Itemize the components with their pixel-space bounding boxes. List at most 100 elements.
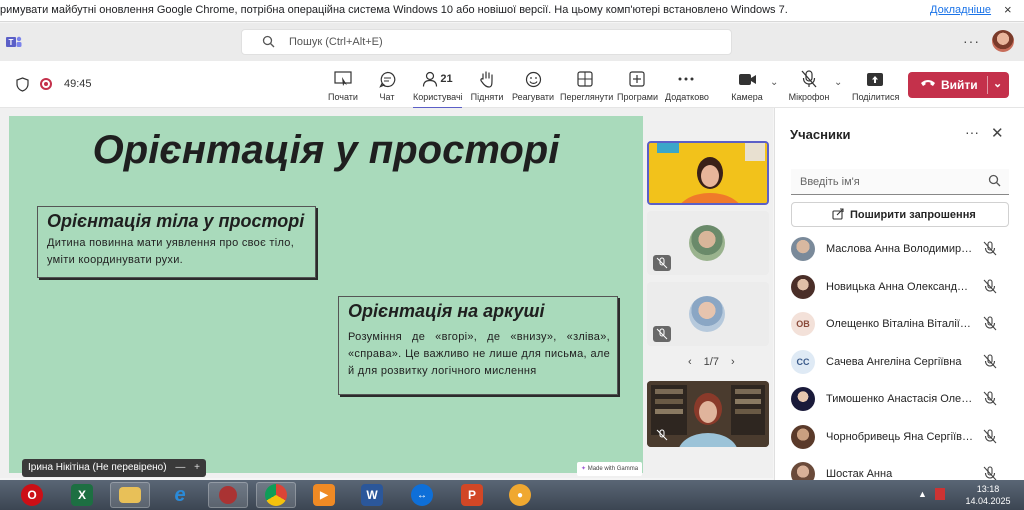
screen: римувати майбутні оновлення Google Chrom… — [0, 0, 1024, 510]
video-pager: ‹ 1/7 › — [682, 356, 741, 368]
react-label: Реагувати — [512, 92, 555, 102]
camera-options-chevron-icon[interactable]: ⌄ — [770, 77, 778, 88]
start-label: Почати — [328, 92, 358, 102]
start-icon — [334, 71, 352, 86]
leave-options-chevron-icon[interactable]: ⌄ — [993, 77, 1002, 90]
participant-name: Олещенко Віталіна Віталіївна — [826, 318, 974, 330]
chat-button[interactable]: Чат — [374, 69, 400, 103]
card-body-title: Орієнтація тіла у просторі — [47, 211, 305, 231]
more-actions-button[interactable]: Додатково — [665, 69, 709, 103]
leave-button[interactable]: Вийти ⌄ — [908, 72, 1009, 98]
word-icon[interactable]: W — [352, 482, 392, 508]
details-link[interactable]: Докладніше — [930, 4, 991, 16]
more-label: Додатково — [665, 92, 709, 102]
share-label: Поділитися — [852, 92, 900, 102]
card-sheet-title: Орієнтація на аркуші — [348, 301, 545, 321]
chevron-right-icon[interactable]: › — [731, 356, 735, 368]
participant-name: Новицька Анна Олександрівна — [826, 281, 974, 293]
gamma-badge-text: Made with Gamma — [587, 466, 639, 472]
media-player-icon[interactable]: ▶ — [304, 482, 344, 508]
participant-search-input[interactable]: Введіть ім'я — [791, 169, 1009, 195]
people-button[interactable]: 21 Користувачі — [413, 69, 463, 109]
opera-icon[interactable]: O — [12, 482, 52, 508]
participant-avatar — [689, 296, 725, 332]
participant-item[interactable]: Маслова Анна Володимирівна — [791, 235, 1011, 263]
participant-item[interactable]: Тимошенко Анастасія Олександрівна — [791, 385, 1011, 413]
powerpoint-icon[interactable]: P — [452, 482, 492, 508]
zoom-out-icon[interactable]: — — [175, 462, 185, 473]
participant-item[interactable]: Чорнобривець Яна Сергіївна — [791, 423, 1011, 451]
participant-avatar — [689, 225, 725, 261]
search-input[interactable]: Пошук (Ctrl+Alt+E) — [241, 29, 732, 55]
chrome-icon[interactable] — [256, 482, 296, 508]
more-options-icon[interactable]: ··· — [963, 33, 980, 49]
apps-button[interactable]: Програми — [617, 69, 658, 103]
tray-expand-icon[interactable]: ▲ — [918, 489, 927, 499]
camera-button[interactable]: Камера — [730, 69, 764, 103]
leave-label: Вийти — [941, 78, 978, 92]
video-tile-participant[interactable] — [647, 381, 769, 447]
presenter-name-tag: Ірина Нікітіна (Не перевірено) — + — [22, 459, 206, 477]
snipping-tool-icon[interactable] — [208, 482, 248, 508]
participant-name: Шостак Анна — [826, 468, 893, 480]
zoom-in-icon[interactable]: + — [194, 462, 200, 473]
slide-card-body: Орієнтація тіла у просторі Дитина повинн… — [37, 206, 316, 278]
file-explorer-icon[interactable] — [110, 482, 150, 508]
slide-title: Орієнтація у просторі — [92, 128, 560, 172]
video-tile-participant[interactable] — [647, 282, 769, 346]
share-invite-button[interactable]: Поширити запрошення — [791, 202, 1009, 227]
speaker-video — [649, 143, 767, 203]
teamviewer-icon[interactable]: ↔ — [402, 482, 442, 508]
gamma-badge[interactable]: ✦ Made with Gamma — [577, 462, 643, 476]
apps-icon — [629, 71, 645, 87]
raise-hand-button[interactable]: Підняти — [470, 69, 504, 103]
react-button[interactable]: Реагувати — [512, 69, 554, 103]
system-clock[interactable]: 13:18 14.04.2025 — [958, 483, 1018, 507]
mic-muted-icon — [653, 427, 671, 443]
chevron-left-icon[interactable]: ‹ — [688, 356, 692, 368]
participant-item[interactable]: СС Сачева Ангеліна Сергіївна — [791, 348, 1011, 376]
participant-item[interactable]: ОВ Олещенко Віталіна Віталіївна — [791, 310, 1011, 338]
search-icon — [988, 174, 1001, 187]
raise-hand-label: Підняти — [470, 92, 504, 102]
video-tile-participant[interactable] — [647, 211, 769, 275]
excel-icon[interactable]: X — [62, 482, 102, 508]
share-button[interactable]: Поділитися — [852, 69, 900, 103]
vpn-icon[interactable]: ● — [500, 482, 540, 508]
share-invite-label: Поширити запрошення — [850, 209, 976, 221]
participant-avatar — [791, 425, 815, 449]
people-label: Користувачі — [413, 92, 463, 102]
mic-button[interactable]: Мікрофон — [787, 69, 831, 103]
mic-off-icon — [801, 70, 817, 88]
mic-off-icon — [983, 241, 997, 256]
close-icon[interactable]: × — [1004, 2, 1012, 17]
internet-explorer-icon[interactable]: e — [160, 482, 200, 508]
recording-icon — [40, 78, 52, 90]
shield-icon[interactable] — [16, 77, 29, 92]
mic-options-chevron-icon[interactable]: ⌄ — [834, 77, 842, 88]
react-icon — [525, 71, 541, 87]
mic-muted-icon — [653, 326, 671, 342]
panel-more-icon[interactable]: ··· — [965, 124, 979, 140]
participant-name: Маслова Анна Володимирівна — [826, 243, 974, 255]
mic-muted-icon — [653, 255, 671, 271]
camera-label: Камера — [731, 92, 763, 102]
start-button[interactable]: Почати — [327, 69, 359, 103]
participant-name: Чорнобривець Яна Сергіївна — [826, 431, 974, 443]
participant-initials: СС — [791, 350, 815, 374]
video-tile-active-speaker[interactable] — [647, 141, 769, 205]
camera-icon — [738, 73, 756, 85]
card-sheet-text: Розуміння де «вгорі», де «внизу», «зліва… — [348, 331, 610, 377]
view-button[interactable]: Переглянути — [560, 69, 613, 103]
tray-flag-icon[interactable] — [935, 488, 945, 500]
people-icon — [423, 71, 438, 87]
participant-item[interactable]: Новицька Анна Олександрівна — [791, 273, 1011, 301]
leave-divider — [987, 76, 988, 94]
user-avatar[interactable] — [992, 30, 1014, 52]
view-icon — [577, 71, 593, 87]
teams-titlebar: T Пошук (Ctrl+Alt+E) ··· — [0, 23, 1024, 61]
mic-off-icon — [983, 354, 997, 369]
close-icon[interactable]: ✕ — [991, 124, 1004, 142]
mic-off-icon — [983, 466, 997, 481]
more-icon — [678, 77, 694, 81]
